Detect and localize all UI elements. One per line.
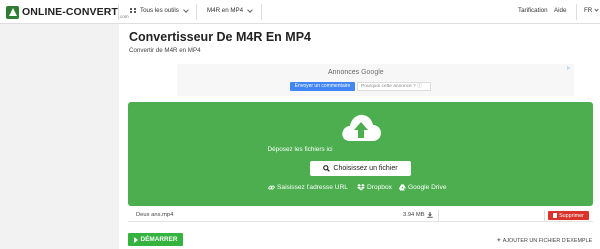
file-name: Deux ans.mp4 — [136, 212, 174, 218]
dropbox-link[interactable]: Dropbox — [357, 184, 392, 191]
info-icon: ⓘ — [417, 84, 422, 89]
chevron-down-icon — [183, 6, 189, 13]
link-icon — [268, 185, 275, 190]
file-row — [128, 209, 593, 222]
file-size: 3.94 MB — [403, 212, 433, 218]
ad-label-text: Annonces — [328, 69, 360, 76]
language-selector[interactable]: FR — [584, 7, 599, 14]
dropbox-icon — [357, 184, 365, 191]
row-divider — [544, 210, 545, 222]
row-divider — [438, 210, 439, 222]
plus-icon: + — [497, 237, 501, 244]
delete-file-label: Supprimer — [559, 212, 584, 219]
chevron-down-icon — [594, 7, 599, 12]
help-link[interactable]: Aide — [554, 7, 566, 14]
add-example-file-button[interactable]: + AJOUTER UN FICHIER D'EXEMPLE — [497, 237, 592, 244]
choose-file-button[interactable]: Choisissez un fichier — [310, 161, 411, 176]
grid-icon — [130, 7, 136, 14]
ad-why-label: Pourquoi cette annonce ? — [361, 84, 416, 89]
nav-divider — [261, 4, 262, 20]
chevron-down-icon — [247, 6, 253, 13]
google-drive-label: Google Drive — [408, 184, 447, 191]
ad-feedback-button[interactable]: Envoyer un commentaire — [290, 82, 355, 91]
start-conversion-button[interactable]: DÉMARRER — [128, 233, 183, 246]
logo-icon — [6, 5, 19, 19]
start-conversion-label: DÉMARRER — [140, 236, 178, 243]
ad-label: Annonces Google — [328, 69, 384, 76]
page-subtitle: Convertir de M4R en MP4 — [129, 47, 201, 54]
play-arrow-icon — [133, 236, 138, 243]
google-drive-icon — [399, 184, 406, 191]
download-icon[interactable] — [426, 212, 433, 218]
logo-suffix: .com — [118, 14, 129, 19]
logo-text: ONLINE-CONVERT — [22, 6, 118, 18]
trash-icon — [553, 213, 558, 218]
ad-why-button[interactable]: Pourquoi cette annonce ? ⓘ — [357, 82, 431, 91]
file-size-value: 3.94 MB — [403, 212, 425, 218]
cloud-upload-icon — [342, 114, 381, 141]
pricing-link[interactable]: Tarification — [518, 7, 548, 14]
all-tools-label: Tous les outils — [140, 7, 179, 14]
dropbox-label: Dropbox — [367, 184, 392, 191]
search-icon — [323, 165, 331, 172]
google-drive-link[interactable]: Google Drive — [399, 184, 446, 191]
enter-url-link[interactable]: Saisissez l'adresse URL — [268, 184, 348, 191]
nav-divider — [118, 4, 119, 20]
nav-divider — [576, 4, 577, 20]
choose-file-label: Choisissez un fichier — [333, 165, 398, 172]
converter-menu-label: M4R en MP4 — [207, 7, 244, 14]
language-label: FR — [584, 7, 593, 14]
nav-divider — [196, 4, 197, 20]
converter-menu[interactable]: M4R en MP4 — [207, 6, 253, 14]
site-logo[interactable]: ONLINE-CONVERT .com — [6, 5, 129, 19]
adchoices-icon[interactable]: ▷ — [567, 65, 572, 70]
delete-file-button[interactable]: Supprimer — [548, 211, 589, 220]
ad-brand: Google — [361, 69, 384, 76]
enter-url-label: Saisissez l'adresse URL — [277, 184, 348, 191]
drop-files-text: Déposez les fichiers ici — [267, 146, 333, 153]
page-title: Convertisseur De M4R En MP4 — [129, 30, 311, 44]
add-example-file-label: AJOUTER UN FICHIER D'EXEMPLE — [502, 237, 593, 244]
all-tools-menu[interactable]: Tous les outils — [130, 6, 189, 14]
